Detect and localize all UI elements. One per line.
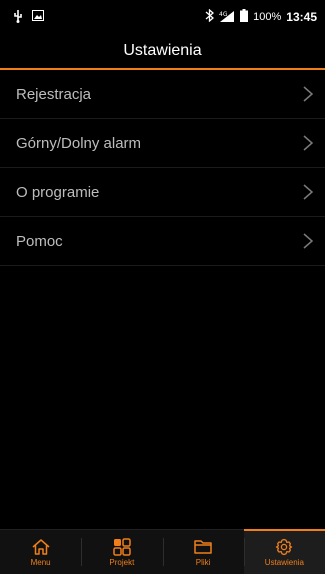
menu-item-label: Górny/Dolny alarm xyxy=(16,134,142,152)
menu-item-label: O programie xyxy=(16,183,100,201)
chevron-right-icon xyxy=(303,184,314,200)
chevron-right-icon xyxy=(303,135,314,151)
menu-item-alarm[interactable]: Górny/Dolny alarm xyxy=(0,119,325,168)
nav-item-menu[interactable]: Menu xyxy=(0,530,81,574)
nav-item-settings[interactable]: Ustawienia xyxy=(243,529,325,574)
chevron-right-icon xyxy=(303,86,314,102)
title-bar: Ustawienia xyxy=(0,34,325,70)
status-left xyxy=(0,9,44,26)
menu-item-help[interactable]: Pomoc xyxy=(0,217,325,266)
clock: 13:45 xyxy=(286,10,317,24)
home-icon xyxy=(32,539,50,555)
chevron-right-icon xyxy=(303,233,314,249)
signal-4g-icon: 4G xyxy=(219,10,235,25)
gear-icon xyxy=(276,538,293,556)
usb-icon xyxy=(12,9,24,26)
nav-label: Menu xyxy=(30,558,51,567)
image-icon xyxy=(32,10,44,24)
status-right: 4G 100% 13:45 xyxy=(205,8,325,25)
menu-item-about[interactable]: O programie xyxy=(0,168,325,217)
page-title: Ustawienia xyxy=(123,42,202,59)
menu-item-label: Rejestracja xyxy=(16,85,92,103)
menu-item-label: Pomoc xyxy=(16,232,63,250)
bottom-navigation: Menu Projekt Pliki Ustawienia xyxy=(0,529,325,574)
folder-icon xyxy=(194,540,212,554)
nav-label: Projekt xyxy=(109,558,135,567)
nav-label: Ustawienia xyxy=(264,558,304,567)
grid-icon xyxy=(113,538,131,556)
battery-icon xyxy=(240,9,249,25)
settings-menu: Rejestracja Górny/Dolny alarm O programi… xyxy=(0,70,325,266)
nav-item-files[interactable]: Pliki xyxy=(162,530,244,574)
status-bar: 4G 100% 13:45 xyxy=(0,0,325,34)
bluetooth-icon xyxy=(205,8,215,25)
nav-item-project[interactable]: Projekt xyxy=(81,530,162,574)
svg-text:4G: 4G xyxy=(219,11,228,18)
battery-percentage: 100% xyxy=(253,11,282,23)
menu-item-registration[interactable]: Rejestracja xyxy=(0,70,325,119)
nav-label: Pliki xyxy=(195,558,211,567)
